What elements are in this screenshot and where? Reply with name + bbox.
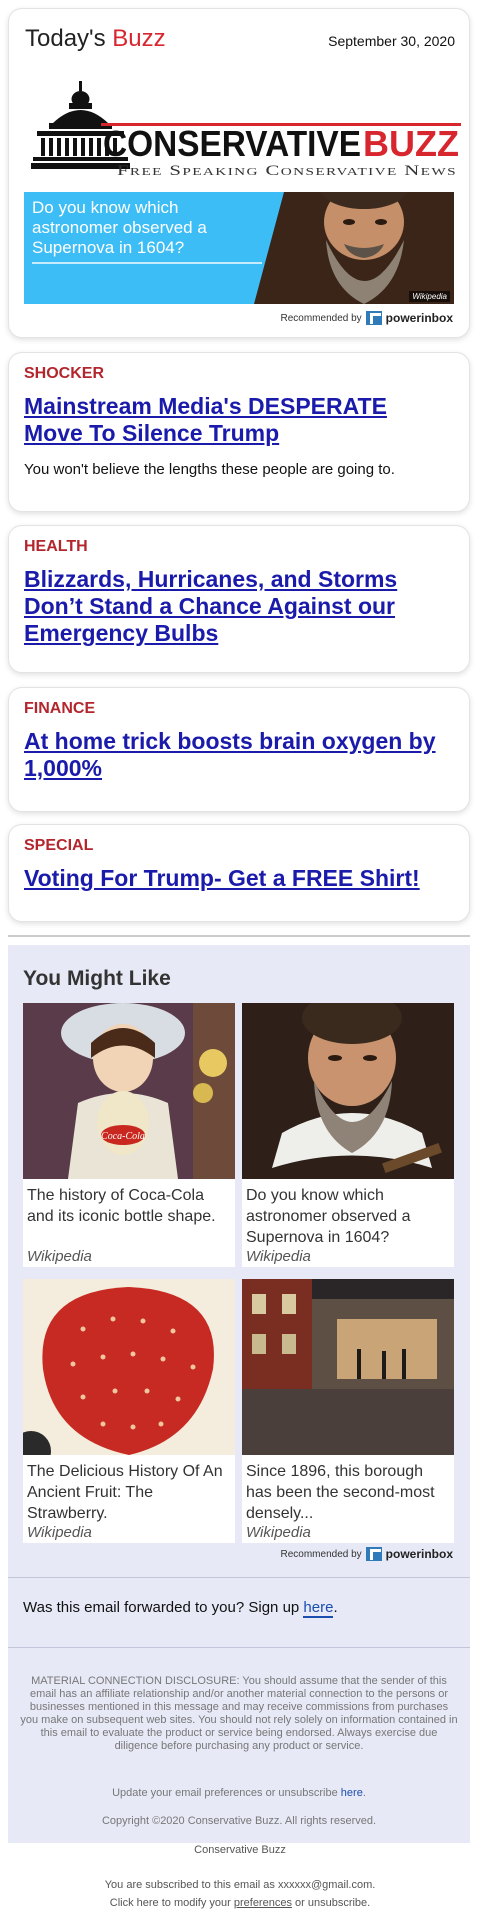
footer-company: Conservative Buzz — [194, 1844, 286, 1856]
recommendation-tile[interactable]: Do you know which astronomer observed a … — [242, 1003, 454, 1267]
article-card-health: HEALTH Blizzards, Hurricanes, and Storms… — [8, 525, 470, 673]
conservative-buzz-logo[interactable]: CONSERVATIVE BUZZ Free Speaking Conserva… — [31, 79, 461, 179]
modify-prefix: Click here to modify your — [109, 1897, 231, 1909]
brand-prefix: Today's — [25, 25, 106, 52]
preferences-line: Update your email preferences or unsubsc… — [112, 1787, 366, 1799]
recommendation-tile[interactable]: Coca-Cola The history of Coca-Cola and i… — [23, 1003, 235, 1267]
powerinbox-brand: powerinbox — [385, 311, 453, 325]
article-headline-link[interactable]: Blizzards, Hurricanes, and Storms Don’t … — [24, 566, 444, 647]
tile-title: The history of Coca-Cola and its iconic … — [27, 1187, 216, 1225]
header-card: Today's Buzz September 30, 2020 CONSERVA… — [8, 8, 470, 338]
article-card-shocker: SHOCKER Mainstream Media's DESPERATE Mov… — [8, 352, 470, 512]
powerinbox-icon — [365, 311, 382, 325]
forward-text: Was this email forwarded to you? Sign up — [23, 1599, 300, 1616]
tile-source: Wikipedia — [27, 1248, 92, 1265]
preferences-link[interactable]: preferences — [234, 1897, 292, 1909]
powerinbox-icon — [365, 1547, 382, 1561]
you-might-like-section: You Might Like Coca-Cola The history of … — [8, 945, 470, 1843]
forward-signup: Was this email forwarded to you? Sign up… — [23, 1599, 338, 1618]
logo-word-left: CONSERVATIVE — [103, 123, 361, 164]
astronomer-portrait-image — [242, 1003, 454, 1179]
tile-source: Wikipedia — [246, 1524, 311, 1541]
banner-credit: Wikipedia — [409, 291, 450, 302]
powerinbox-brand: powerinbox — [385, 1547, 453, 1561]
article-card-special: SPECIAL Voting For Trump- Get a FREE Shi… — [8, 824, 470, 922]
you-might-like-title: You Might Like — [23, 967, 171, 990]
material-disclosure: MATERIAL CONNECTION DISCLOSURE: You shou… — [20, 1675, 458, 1752]
astronomer-portrait-image — [254, 192, 454, 304]
recommended-label: Recommended by — [280, 1548, 362, 1560]
article-headline-link[interactable]: Voting For Trump- Get a FREE Shirt! — [24, 865, 444, 892]
prefs-text: Update your email preferences or unsubsc… — [112, 1787, 338, 1799]
banner-text: Do you know which astronomer observed a … — [32, 198, 207, 257]
footer-subscribed: You are subscribed to this email as xxxx… — [104, 1879, 376, 1891]
article-headline-link[interactable]: At home trick boosts brain oxygen by 1,0… — [24, 728, 444, 782]
copyright: Copyright ©2020 Conservative Buzz. All r… — [101, 1815, 377, 1827]
recommended-by-bottom[interactable]: Recommended by powerinbox — [280, 1547, 453, 1561]
article-category: SPECIAL — [24, 837, 94, 854]
brand-accent: Buzz — [112, 25, 166, 52]
recommended-label: Recommended by — [280, 312, 362, 324]
article-category: FINANCE — [24, 700, 96, 717]
article-teaser: You won't believe the lengths these peop… — [24, 461, 395, 478]
separator — [8, 1647, 470, 1648]
banner-divider — [32, 262, 262, 264]
borough-street-image — [242, 1279, 454, 1455]
article-category: SHOCKER — [24, 365, 105, 382]
tile-source: Wikipedia — [246, 1248, 311, 1265]
recommended-by-top[interactable]: Recommended by powerinbox — [280, 311, 453, 325]
strawberry-image — [23, 1279, 235, 1455]
tile-title: Since 1896, this borough has been the se… — [246, 1463, 435, 1522]
brand-title: Today's Buzz — [25, 25, 166, 53]
article-headline-link[interactable]: Mainstream Media's DESPERATE Move To Sil… — [24, 393, 444, 447]
section-divider — [8, 935, 470, 937]
footer-modify: Click here to modify your preferences or… — [0, 1897, 480, 1909]
unsubscribe-link[interactable]: here — [341, 1787, 363, 1799]
tile-title: The Delicious History Of An Ancient Frui… — [27, 1463, 223, 1522]
modify-suffix: or unsubscribe. — [295, 1897, 371, 1909]
tile-title: Do you know which astronomer observed a … — [246, 1187, 411, 1246]
recommendation-tile[interactable]: Since 1896, this borough has been the se… — [242, 1279, 454, 1543]
separator — [8, 1577, 470, 1578]
article-category: HEALTH — [24, 538, 88, 555]
sponsored-banner[interactable]: Do you know which astronomer observed a … — [24, 192, 454, 304]
tile-source: Wikipedia — [27, 1524, 92, 1541]
logo-tagline: Free Speaking Conservative News — [117, 163, 457, 179]
svg-text:Coca-Cola: Coca-Cola — [101, 1131, 145, 1142]
logo-word-right: BUZZ — [363, 123, 459, 164]
signup-link[interactable]: here — [303, 1599, 334, 1618]
article-card-finance: FINANCE At home trick boosts brain oxyge… — [8, 687, 470, 812]
coca-cola-vintage-ad-image: Coca-Cola — [23, 1003, 235, 1179]
issue-date: September 30, 2020 — [328, 33, 455, 49]
recommendation-tile[interactable]: The Delicious History Of An Ancient Frui… — [23, 1279, 235, 1543]
